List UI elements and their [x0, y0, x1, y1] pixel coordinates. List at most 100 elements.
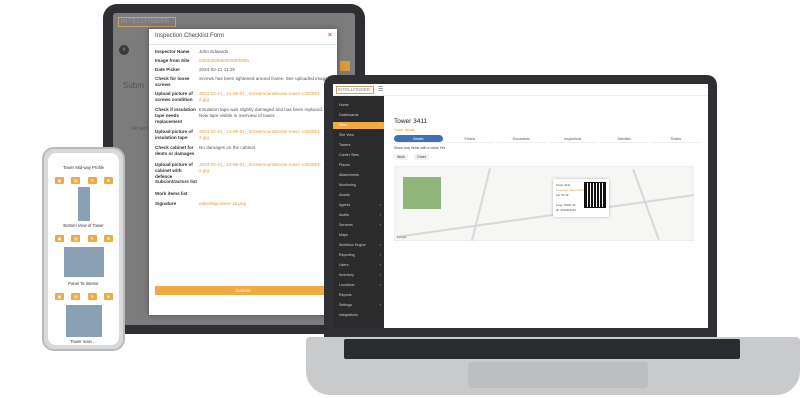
map-road: [632, 168, 660, 241]
image-icon[interactable]: ▤: [71, 235, 81, 242]
modal-title: Inspection Checklist Form: [155, 33, 225, 39]
sidebar-item[interactable]: Assets: [333, 192, 384, 199]
form-value: [199, 191, 331, 197]
form-label: Image from Site: [155, 58, 190, 63]
form-row: Check for loose screws Screws has been ti…: [155, 76, 331, 88]
sidebar-item-label: Inventory: [339, 273, 354, 277]
tab-documents[interactable]: Documents: [497, 135, 546, 143]
trash-icon[interactable]: ✖: [103, 293, 113, 300]
chevron-right-icon: ›: [379, 243, 381, 247]
tower-info-card: Tower 3411 Customer: Mast Tower Lat: 51.…: [553, 179, 609, 217]
qr-info-line: ID: 3312413412: [556, 208, 576, 212]
close-icon[interactable]: ×: [328, 32, 332, 39]
chevron-right-icon: ›: [379, 223, 381, 227]
chevron-right-icon: ›: [379, 273, 381, 277]
laptop-trackpad: [468, 362, 648, 388]
sidebar-item[interactable]: Attachments: [333, 172, 384, 179]
cancel-button[interactable]: Cancel: [155, 286, 331, 295]
file-link[interactable]: 2024-02-21_ 13-05-01_ Screwmountsloose-t…: [199, 129, 331, 141]
file-link[interactable]: 2024-02-21_ 13-05-01_ Screwmountsloose-t…: [199, 162, 331, 180]
sidebar-item[interactable]: Workflow Engine ›: [333, 242, 384, 249]
tower-photo[interactable]: [64, 247, 104, 277]
form-label: Signature: [155, 201, 177, 206]
edit-icon[interactable]: ✎: [87, 235, 97, 242]
sidebar-item[interactable]: Monitoring: [333, 182, 384, 189]
camera-icon[interactable]: ▣: [55, 235, 64, 242]
sidebar-item[interactable]: Integrations: [333, 312, 384, 319]
sidebar-item[interactable]: Settings ›: [333, 302, 384, 309]
image-icon[interactable]: ▤: [71, 177, 81, 184]
tab-photos[interactable]: Photos: [445, 135, 494, 143]
sidebar-item[interactable]: Carrier Sites: [333, 152, 384, 159]
toggle-order[interactable]: Order: [414, 154, 429, 160]
qr-code-icon: [584, 182, 606, 208]
sidebar-item-label: Assets: [339, 193, 350, 197]
sidebar-item[interactable]: Users ›: [333, 262, 384, 269]
sidebar-item-label: Home: [339, 103, 349, 107]
qr-info-line: Long: 35467.42: [556, 203, 576, 207]
sidebar-item[interactable]: Inventory ›: [333, 272, 384, 279]
qr-info-line: Customer: Mast Tower: [556, 188, 584, 192]
filter-text[interactable]: Show only fields with a value Yes: [394, 146, 445, 150]
tab-tickets[interactable]: Tickets: [651, 135, 700, 143]
sidebar-item[interactable]: Sites ›: [333, 122, 384, 129]
action-square-button[interactable]: [340, 61, 350, 71]
tab-inspections[interactable]: Inspections: [548, 135, 597, 143]
tab-activities[interactable]: Activities: [600, 135, 649, 143]
sidebar-item-label: Integrations: [339, 313, 358, 317]
sidebar-item-label: Settings: [339, 303, 352, 307]
camera-icon[interactable]: ▣: [55, 177, 64, 184]
file-link[interactable]: 2024-02-21_ 13-05-01_ Screwmountsloose-t…: [199, 91, 331, 103]
map-park-area: [403, 177, 441, 209]
hamburger-icon[interactable]: ☰: [378, 86, 383, 93]
form-label: Check if insulation tape needs replaceme…: [155, 107, 196, 124]
sidebar-item[interactable]: Locations ›: [333, 282, 384, 289]
edit-icon[interactable]: ✎: [87, 293, 97, 300]
map-road: [470, 167, 492, 242]
form-row: Inspector Name John Edwards: [155, 49, 331, 55]
sidebar-item-label: Reports: [339, 293, 352, 297]
form-value: [199, 179, 331, 185]
edit-icon[interactable]: ✎: [87, 177, 97, 184]
trash-icon[interactable]: ✖: [103, 235, 113, 242]
tower-photo[interactable]: [66, 305, 102, 337]
file-link[interactable]: editedsignature-15.png: [199, 201, 331, 207]
photo-caption: Tower Mid-way Profile: [63, 165, 104, 170]
sidebar-item[interactable]: Agents ›: [333, 202, 384, 209]
sidebar-item[interactable]: Places: [333, 162, 384, 169]
sidebar-item-label: Dashboards: [339, 113, 359, 117]
sidebar-item[interactable]: Audits ›: [333, 212, 384, 219]
tab-details[interactable]: Details: [394, 135, 443, 143]
modal-header: Inspection Checklist Form ×: [149, 29, 337, 45]
sidebar-item[interactable]: Maps: [333, 232, 384, 239]
form-label: Upload picture of cabinet with defence: [155, 162, 193, 179]
image-icon[interactable]: ▤: [71, 293, 81, 300]
app-logo: INTELLFINDER: [336, 86, 374, 94]
page-title: Tower 3411: [394, 118, 428, 125]
sidebar-item[interactable]: Site View: [333, 132, 384, 139]
form-value: Screws has been tightened around frame. …: [199, 76, 329, 81]
sidebar-item[interactable]: Reports: [333, 292, 384, 299]
toggle-work[interactable]: Work: [394, 154, 409, 160]
trash-icon[interactable]: ✖: [103, 177, 113, 184]
file-link[interactable]: 6363d35f9600e000f49fa: [199, 58, 331, 64]
sidebar-item[interactable]: Home: [333, 102, 384, 109]
sidebar-item-label: Reporting: [339, 253, 355, 257]
sidebar-item[interactable]: Dashboards: [333, 112, 384, 119]
sidebar-item[interactable]: Towers: [333, 142, 384, 149]
phone-screen: Tower Mid-way Profile ▣ ▤ ✎ ✖ Bottom View of …: [48, 153, 119, 345]
tower-photo[interactable]: [78, 187, 90, 221]
map-view[interactable]: Tower 3411 Customer: Mast Tower Lat: 51.…: [394, 166, 694, 242]
back-icon[interactable]: ‹: [119, 45, 129, 55]
sidebar-item-label: Carrier Sites: [339, 153, 359, 157]
phone-device: Tower Mid-way Profile ▣ ▤ ✎ ✖ Bottom View of …: [42, 147, 125, 351]
chevron-right-icon: ›: [379, 283, 381, 287]
form-row: Upload picture of cabinet with defence 20…: [155, 162, 331, 180]
device-showcase: INTELLFINDER ‹ Subm Fill sect Inspection…: [0, 0, 802, 399]
form-row: Upload picture of insulation tape 2024-02…: [155, 129, 331, 141]
laptop-lid: INTELLFINDER ☰ Home Dashboards Sites › Site …: [324, 75, 717, 339]
camera-icon[interactable]: ▣: [55, 293, 64, 300]
sidebar-item[interactable]: Services ›: [333, 222, 384, 229]
sidebar-item[interactable]: Reporting ›: [333, 252, 384, 259]
form-label: Check cabinet for dents or damages: [155, 145, 195, 156]
